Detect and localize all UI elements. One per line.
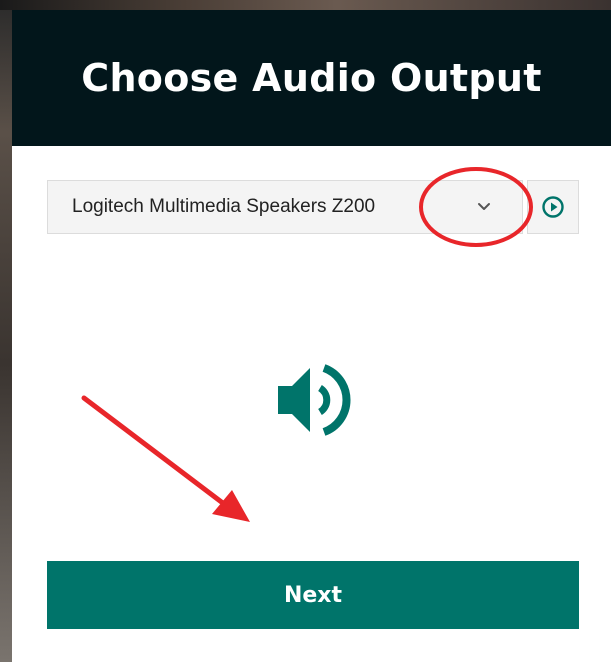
dialog-header: Choose Audio Output xyxy=(12,10,611,146)
next-button[interactable]: Next xyxy=(47,561,579,629)
dialog-title: Choose Audio Output xyxy=(81,56,542,100)
background-left xyxy=(0,0,12,662)
play-circle-icon xyxy=(542,196,564,218)
background-top xyxy=(0,0,611,10)
selected-device-label: Logitech Multimedia Speakers Z200 xyxy=(72,196,376,217)
speaker-volume-icon xyxy=(278,364,351,436)
annotation-arrow xyxy=(81,395,250,522)
audio-output-dialog: Choose Audio Output Logitech Multimedia … xyxy=(12,10,611,662)
annotation-circle xyxy=(419,167,533,247)
